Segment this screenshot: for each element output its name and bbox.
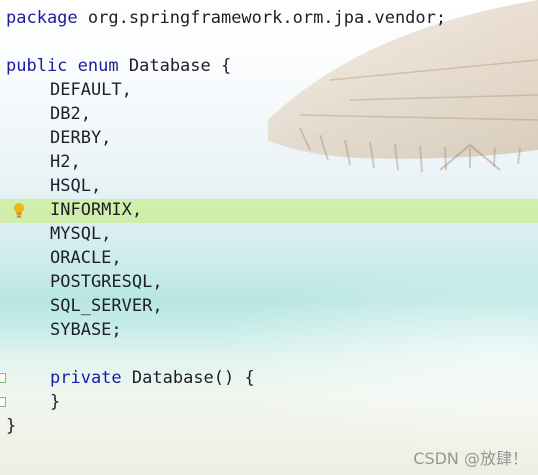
enum-constant: POSTGRESQL, — [50, 272, 163, 292]
enum-constant-line: HSQL, — [6, 174, 446, 198]
enum-constant-line: SQL_SERVER, — [6, 294, 446, 318]
enum-constant: INFORMIX, — [50, 200, 143, 220]
open-brace: { — [221, 56, 232, 76]
enum-constant-line: SYBASE; — [6, 318, 446, 342]
enum-constant: H2, — [50, 152, 81, 172]
private-keyword: private — [50, 368, 122, 388]
close-brace: } — [6, 416, 17, 436]
enum-name: Database — [128, 56, 211, 76]
enum-constant: DERBY, — [50, 128, 112, 148]
enum-constant: HSQL, — [50, 176, 102, 196]
enum-constant-line: H2, — [6, 150, 446, 174]
package-name: org.springframework.orm.jpa.vendor; — [87, 8, 447, 28]
enum-constant: SYBASE; — [50, 320, 122, 340]
package-line: package org.springframework.orm.jpa.vend… — [6, 6, 446, 30]
constructor-close-brace: } — [50, 392, 61, 412]
enum-constant: DEFAULT, — [50, 80, 132, 100]
enum-constant: ORACLE, — [50, 248, 122, 268]
enum-constant-line: DB2, — [6, 102, 446, 126]
enum-constant-line: POSTGRESQL, — [6, 270, 446, 294]
source-code: package org.springframework.orm.jpa.vend… — [6, 6, 446, 438]
enum-constant-line: MYSQL, — [6, 222, 446, 246]
enum-constant-line-highlighted: INFORMIX, — [6, 198, 446, 222]
constructor-signature: Database() { — [131, 368, 255, 388]
code-editor[interactable]: package org.springframework.orm.jpa.vend… — [0, 0, 538, 475]
enum-declaration-line: public enum Database { — [6, 54, 446, 78]
constructor-line: private Database() { — [6, 366, 446, 390]
enum-close-line: } — [6, 414, 446, 438]
csdn-watermark: CSDN @放肆！ — [413, 449, 528, 468]
public-keyword: public — [6, 56, 68, 76]
enum-constant: DB2, — [50, 104, 91, 124]
constructor-close-line: } — [6, 390, 446, 414]
enum-constant-line: DEFAULT, — [6, 78, 446, 102]
enum-keyword: enum — [77, 56, 119, 76]
package-keyword: package — [6, 8, 78, 28]
enum-constant: MYSQL, — [50, 224, 112, 244]
enum-constant-line: ORACLE, — [6, 246, 446, 270]
enum-constant: SQL_SERVER, — [50, 296, 163, 316]
enum-constant-line: DERBY, — [6, 126, 446, 150]
